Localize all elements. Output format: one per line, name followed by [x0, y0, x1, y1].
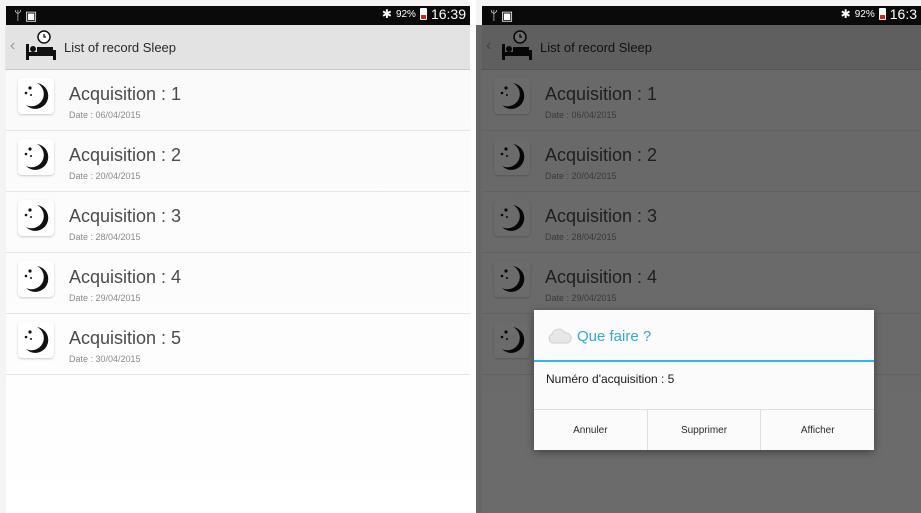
usb-icon: ᛘ: [14, 8, 25, 23]
status-left-icons: ᛘ▣: [14, 8, 40, 24]
list-item[interactable]: Acquisition : 1 Date : 06/04/2015: [6, 70, 470, 131]
record-date: Date : 28/04/2015: [69, 232, 141, 242]
action-dialog: Que faire ? Numéro d'acquisition : 5 Ann…: [534, 310, 874, 450]
moon-icon: [18, 200, 54, 236]
record-list: Acquisition : 1 Date : 06/04/2015 Acquis…: [6, 70, 470, 513]
dialog-button-bar: Annuler Supprimer Afficher: [534, 409, 874, 450]
status-right: ✱ 92% 16:39: [382, 6, 466, 22]
moon-icon: [18, 139, 54, 175]
record-title: Acquisition : 4: [69, 267, 182, 287]
battery-icon: [419, 8, 427, 20]
moon-icon: [18, 261, 54, 297]
page-title: List of record Sleep: [64, 40, 177, 55]
phone-screen-list: ᛘ▣ ✱ 92% 16:39 ‹ List of record Sleep Ac…: [0, 0, 470, 513]
image-icon: ▣: [24, 8, 41, 23]
status-time: 16:39: [430, 6, 466, 22]
record-date: Date : 30/04/2015: [69, 354, 141, 364]
bluetooth-icon: ✱: [381, 7, 392, 21]
cloud-icon: [548, 328, 572, 344]
image-icon: ▣: [500, 8, 517, 23]
status-bar: ᛘ▣ ✱ 92% 16:3: [482, 6, 921, 25]
status-bar: ᛘ▣ ✱ 92% 16:39: [6, 6, 470, 25]
battery-icon: [878, 8, 886, 20]
status-left-icons: ᛘ▣: [490, 8, 516, 24]
record-title: Acquisition : 1: [69, 84, 182, 104]
battery-percent: 92%: [854, 8, 875, 20]
list-item[interactable]: Acquisition : 2 Date : 20/04/2015: [6, 131, 470, 192]
show-button[interactable]: Afficher: [760, 410, 874, 450]
list-item[interactable]: Acquisition : 4 Date : 29/04/2015: [6, 253, 470, 314]
record-title: Acquisition : 2: [69, 145, 182, 165]
record-date: Date : 29/04/2015: [69, 293, 141, 303]
delete-button[interactable]: Supprimer: [646, 410, 761, 450]
list-item[interactable]: Acquisition : 5 Date : 30/04/2015: [6, 314, 470, 375]
status-right: ✱ 92% 16:3: [841, 6, 917, 22]
record-date: Date : 06/04/2015: [69, 110, 141, 120]
usb-icon: ᛘ: [490, 8, 501, 23]
record-title: Acquisition : 3: [69, 206, 182, 226]
bed-alarm-icon[interactable]: [23, 30, 59, 64]
dialog-message: Numéro d'acquisition : 5: [546, 372, 675, 386]
action-bar: ‹ List of record Sleep: [6, 25, 470, 70]
record-title: Acquisition : 5: [69, 328, 182, 348]
dialog-title: Que faire ?: [577, 328, 652, 345]
battery-percent: 92%: [395, 8, 416, 20]
phone-screen-dialog: ᛘ▣ ✱ 92% 16:3 ‹ List of record Sleep: [476, 0, 921, 513]
bluetooth-icon: ✱: [840, 7, 851, 21]
cancel-button[interactable]: Annuler: [534, 410, 647, 450]
status-time: 16:3: [889, 6, 917, 22]
dialog-header: Que faire ?: [534, 310, 874, 362]
back-chevron-icon[interactable]: ‹: [10, 37, 15, 55]
list-item[interactable]: Acquisition : 3 Date : 28/04/2015: [6, 192, 470, 253]
moon-icon: [18, 78, 54, 114]
record-date: Date : 20/04/2015: [69, 171, 141, 181]
moon-icon: [18, 322, 54, 358]
